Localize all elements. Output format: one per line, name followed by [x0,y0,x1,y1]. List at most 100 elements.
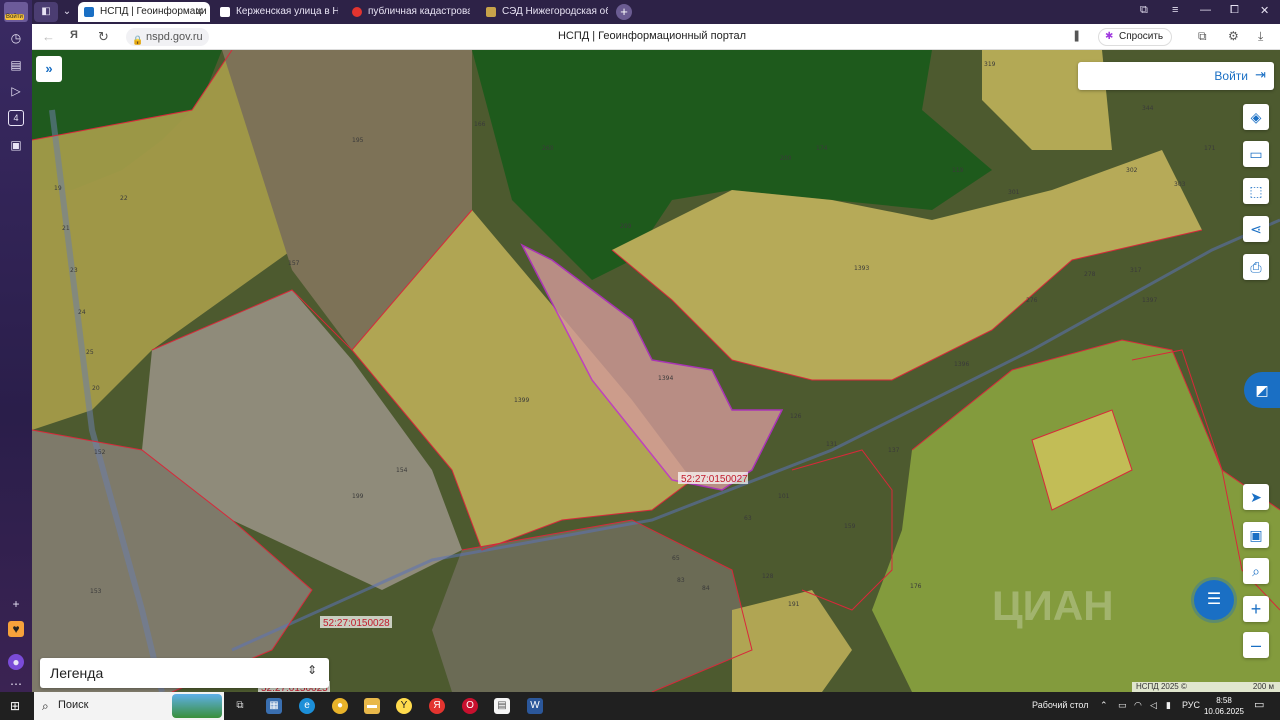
select-area-icon[interactable]: ⬚ [1243,178,1269,204]
wifi-icon[interactable]: ◠ [1134,700,1142,711]
add-icon[interactable]: + [8,596,24,612]
bookmarks-icon[interactable]: ▤ [8,57,24,73]
plot-number: 21 [62,225,70,232]
tab-label: публичная кадастровая к [368,6,470,17]
tab-sed[interactable]: СЭД Нижегородская обл [480,2,608,22]
reader-icon[interactable]: ⧉ [1198,29,1207,44]
bookmark-icon[interactable]: ❚ [1072,29,1081,42]
network-icon[interactable]: ▭ [1118,700,1127,711]
notepad-icon[interactable]: ▤ [494,698,510,714]
sparkle-icon: ✱ [1105,31,1114,42]
ask-button[interactable]: ✱ Спросить [1098,28,1173,46]
login-label: Войти [1214,69,1248,83]
tray-chevron-icon[interactable]: ⌃ [1100,700,1108,711]
task-view-icon[interactable]: ⧉ [232,698,248,714]
url-text: nspd.gov.ru [146,31,203,43]
tabs-menu-chevron-icon[interactable]: ⌄ [60,2,74,22]
expand-panel-button[interactable]: » [36,56,62,82]
plot-number: 23 [70,267,78,274]
tab-kerzhenskaya[interactable]: Керженская улица в Ниж [214,2,338,22]
yandex-icon[interactable]: Я [70,29,78,41]
plot-number: 195 [352,137,364,144]
tab-nspd[interactable]: НСПД | Геоинформаци ✕ [78,2,210,22]
plot-number: 152 [94,449,106,456]
chrome-icon[interactable]: ● [332,698,348,714]
scale-bar: НСПД 2025 © 200 м [1132,682,1280,692]
legend-dropdown[interactable]: Легенда ⇕ [40,658,329,688]
yandex-browser-icon[interactable]: Y [396,698,412,714]
restore-icon[interactable]: ⧠ [1230,4,1239,17]
plot-number: 176 [910,583,922,590]
gis-widget-icon[interactable]: ◩ [1244,372,1280,408]
plot-number: 24 [78,309,86,316]
plot-number: 63 [744,515,752,522]
tab-label: СЭД Нижегородская обл [502,6,608,17]
zoom-in-button[interactable]: + [1243,596,1269,622]
ruler-icon[interactable]: ▭ [1243,141,1269,167]
cadastral-label[interactable]: 52:27:0150027 [681,474,748,485]
yandex-favicon-icon [352,7,362,17]
windows-start-icon[interactable]: ⊞ [10,699,24,713]
watermark: ЦИАН [992,582,1114,629]
scale-text: 200 м [1252,682,1274,691]
search-location-icon[interactable]: ⌕ [1243,558,1269,584]
more-icon[interactable]: ⋯ [8,676,24,692]
download-icon[interactable]: ⤓ [1258,29,1263,44]
plot-number: 302 [1126,167,1138,174]
explorer-icon[interactable]: ▬ [364,698,380,714]
yandex-icon[interactable]: Я [429,698,445,714]
back-icon[interactable]: ← [42,29,55,44]
clock[interactable]: 8:58 10.06.2025 [1196,695,1252,717]
edge-icon[interactable]: e [299,698,315,714]
locate-icon[interactable]: ➤ [1243,484,1269,510]
nspd-favicon-icon [84,7,94,17]
plot-number: 319 [984,61,996,68]
widgets-icon[interactable]: ▦ [266,698,282,714]
tab-overview-icon[interactable]: ⧉ [1140,4,1148,17]
counter-icon[interactable]: 4 [8,110,24,126]
layers-icon[interactable]: ◈ [1243,104,1269,130]
media-icon[interactable]: ▷ [8,83,24,99]
plot-number: 301 [1008,189,1020,196]
map-view[interactable]: 195 199 1399 1394 1393 1396 299 260 174 … [32,50,1280,692]
plot-number: 1397 [1142,297,1157,304]
login-bar[interactable]: Войти ⇥ [1078,62,1274,90]
extensions-icon[interactable]: ⚙ [1228,29,1239,43]
minimize-icon[interactable]: — [1200,4,1211,16]
battery-icon[interactable]: ▮ [1166,700,1171,711]
window-close-icon[interactable]: ✕ [1260,4,1269,17]
profile-button[interactable]: Войти [4,2,28,22]
lock-icon: 🔒 [132,35,144,45]
browser-sidebar: Войти ◷ ▤ ▷ 4 ▣ + ♥ ● ⋯ [0,0,32,692]
app-icon[interactable]: ♥ [8,621,24,637]
opera-icon[interactable]: O [462,698,478,714]
tab-collapsed[interactable]: ◧ [34,2,58,22]
minimap-icon[interactable]: ▣ [1243,522,1269,548]
emblem-favicon-icon [486,7,496,17]
volume-icon[interactable]: ◁ [1150,700,1157,711]
desktop-label[interactable]: Рабочий стол [1032,700,1089,710]
history-icon[interactable]: ◷ [8,30,24,46]
taskbar-search[interactable]: ⌕ Поиск [34,692,224,720]
notifications-icon[interactable]: ▭ [1254,698,1264,711]
close-icon[interactable]: ✕ [195,2,204,22]
alice-icon[interactable]: ● [8,654,24,670]
new-tab-button[interactable]: + [616,4,632,20]
url-field[interactable]: 🔒 nspd.gov.ru [126,28,209,46]
plot-number: 166 [474,121,486,128]
tab-cadastral-search[interactable]: публичная кадастровая к [346,2,470,22]
reload-icon[interactable]: ↻ [98,29,109,45]
plot-number: 199 [352,493,364,500]
menu-icon[interactable]: ≡ [1172,4,1178,16]
plot-number: 1394 [658,375,673,382]
screenshot-icon[interactable]: ▣ [8,137,24,153]
zoom-out-button[interactable]: – [1243,632,1269,658]
map-canvas[interactable]: 195 199 1399 1394 1393 1396 299 260 174 … [32,50,1280,692]
plot-number: 119 [952,167,964,174]
taskbar: ⊞ ⌕ Поиск ⧉ ▦ e ● ▬ Y Я O ▤ W Рабочий ст… [0,692,1280,720]
share-icon[interactable]: ⋖ [1243,216,1269,242]
word-icon[interactable]: W [527,698,543,714]
chat-icon[interactable]: ☰ [1194,580,1234,620]
print-icon[interactable]: ⎙ [1243,254,1269,280]
cadastral-label[interactable]: 52:27:0150028 [323,618,390,629]
